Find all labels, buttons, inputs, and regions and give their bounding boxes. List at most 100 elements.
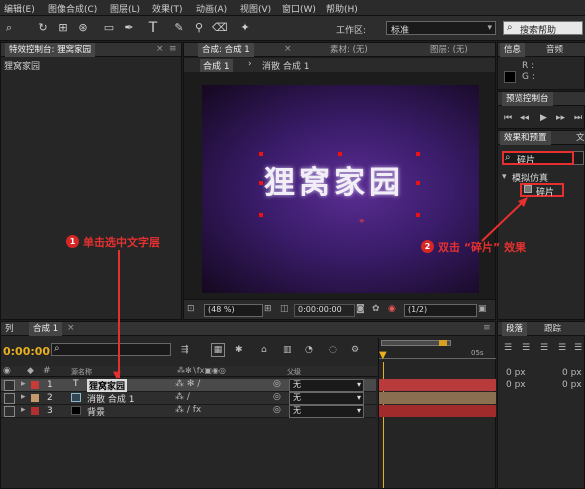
indent-left-value[interactable]: 0 px xyxy=(506,368,526,378)
tab-preview[interactable]: 预览控制台 xyxy=(502,92,553,106)
visibility-toggle[interactable] xyxy=(4,393,15,404)
menu-layer[interactable]: 图层(L) xyxy=(110,2,140,15)
parent-select[interactable]: 无 ▾ xyxy=(289,392,364,405)
close-icon[interactable]: × xyxy=(67,323,75,333)
selection-handle[interactable] xyxy=(416,152,420,156)
align-right-icon[interactable]: ☰ xyxy=(540,342,548,354)
workspace-select[interactable]: 标准 ▾ xyxy=(386,21,496,36)
draft-3d-icon[interactable]: ✱ xyxy=(235,344,243,356)
search-help-input[interactable]: ⌕ 搜索帮助 xyxy=(503,21,583,36)
label-color[interactable] xyxy=(31,394,39,402)
menu-view[interactable]: 视图(V) xyxy=(240,2,271,15)
breadcrumb-comp-dissolve[interactable]: 消散 合成 1 xyxy=(262,59,309,72)
tab-composition[interactable]: 合成: 合成 1 xyxy=(198,43,254,57)
pick-whip-icon[interactable]: ◎ xyxy=(273,379,281,389)
channel-icon[interactable]: ◉ xyxy=(388,304,396,314)
work-area-end-handle[interactable] xyxy=(439,340,447,346)
show-snapshot-icon[interactable]: ✿ xyxy=(372,304,380,314)
puppet-tool-icon[interactable]: ✦ xyxy=(238,21,252,35)
hide-shy-icon[interactable]: ⌂ xyxy=(261,344,267,356)
selection-handle[interactable] xyxy=(259,152,263,156)
rectangle-tool-icon[interactable]: ▭ xyxy=(102,21,116,35)
frame-blending-icon[interactable]: ▥ xyxy=(283,344,292,356)
tab-paragraph[interactable]: 段落 xyxy=(502,322,528,336)
play-icon[interactable]: ▶ xyxy=(540,112,547,124)
layer-bar[interactable] xyxy=(379,405,496,417)
space-after-value[interactable]: 0 px xyxy=(562,380,582,390)
expand-arrow-icon[interactable]: ▸ xyxy=(21,392,26,402)
close-icon[interactable]: × xyxy=(284,44,292,54)
selection-handle[interactable] xyxy=(416,181,420,185)
justify-icon[interactable]: ☰ xyxy=(558,342,566,354)
timeline-search-input[interactable]: ⌕ xyxy=(51,343,171,356)
grid-icon[interactable]: ⊞ xyxy=(264,304,272,314)
menu-edit[interactable]: 编辑(E) xyxy=(4,2,35,15)
menu-composition[interactable]: 图像合成(C) xyxy=(48,2,97,15)
brush-tool-icon[interactable]: ✎ xyxy=(172,21,186,35)
layer-switches[interactable]: ⁂ ✻ ∕ xyxy=(175,379,200,389)
composition-canvas[interactable]: 狸窝家园 ⌖ xyxy=(202,85,479,293)
tab-info[interactable]: 信息 xyxy=(500,43,526,57)
prev-frame-icon[interactable]: ◂◂ xyxy=(520,112,529,124)
pan-behind-tool-icon[interactable]: ⊛ xyxy=(76,21,90,35)
tab-character[interactable]: 文 xyxy=(572,131,585,145)
visibility-toggle[interactable] xyxy=(4,380,15,391)
menu-animation[interactable]: 动画(A) xyxy=(196,2,227,15)
menu-help[interactable]: 帮助(H) xyxy=(326,2,358,15)
live-update-icon[interactable]: ▦ xyxy=(211,343,225,357)
pen-tool-icon[interactable]: ✒ xyxy=(122,21,136,35)
tab-render-queue[interactable]: 列 xyxy=(1,322,18,336)
anchor-point-icon[interactable]: ⌖ xyxy=(359,216,365,227)
label-color[interactable] xyxy=(31,381,39,389)
tab-effects-presets[interactable]: 效果和预置 xyxy=(500,131,551,145)
layer-row[interactable]: ▸ 2 消散 合成 1 ⁂ ∕ ◎ 无 ▾ xyxy=(1,392,376,405)
playhead-icon[interactable]: ▼ xyxy=(379,350,387,361)
camera-tool-icon[interactable]: ⊞ xyxy=(56,21,70,35)
layer-switches[interactable]: ⁂ ∕ fx xyxy=(175,405,201,415)
tab-effect-controls[interactable]: 特效控制台: 狸窝家园 xyxy=(5,43,96,57)
selection-handle[interactable] xyxy=(416,213,420,217)
align-center-icon[interactable]: ☰ xyxy=(522,342,530,354)
parent-header[interactable]: 父级 xyxy=(287,367,301,377)
layer-bar[interactable] xyxy=(379,392,496,404)
zoom-select[interactable]: (48 %) xyxy=(204,304,263,317)
align-left-icon[interactable]: ☰ xyxy=(504,342,512,354)
region-of-interest-icon[interactable]: ▣ xyxy=(478,304,487,314)
tab-timeline-comp[interactable]: 合成 1 xyxy=(29,322,63,336)
indent-right-value[interactable]: 0 px xyxy=(562,368,582,378)
tab-audio[interactable]: 音频 xyxy=(542,43,567,57)
parent-select[interactable]: 无 ▾ xyxy=(289,405,364,418)
first-frame-icon[interactable]: ⏮ xyxy=(504,112,512,124)
layer-name[interactable]: 消散 合成 1 xyxy=(87,392,134,405)
last-frame-icon[interactable]: ⏭ xyxy=(574,112,582,124)
layer-name[interactable]: 背景 xyxy=(87,405,105,418)
rotate-tool-icon[interactable]: ↻ xyxy=(36,21,50,35)
timeline-graph-area[interactable]: 05s ▼ xyxy=(378,338,496,488)
selection-handle[interactable] xyxy=(259,181,263,185)
expand-arrow-icon[interactable]: ▸ xyxy=(21,405,26,415)
composition-mini-flowchart-icon[interactable]: ⇶ xyxy=(181,344,189,356)
layer-switches[interactable]: ⁂ ∕ xyxy=(175,392,190,402)
menu-window[interactable]: 窗口(W) xyxy=(282,2,316,15)
source-name-header[interactable]: 源名称 xyxy=(71,367,92,377)
menu-effect[interactable]: 效果(T) xyxy=(152,2,183,15)
clone-stamp-tool-icon[interactable]: ⚲ xyxy=(192,21,206,35)
selection-handle[interactable] xyxy=(338,152,342,156)
close-icon[interactable]: × xyxy=(156,44,164,54)
tab-layer[interactable]: 图层: (无) xyxy=(426,43,472,57)
panel-menu-icon[interactable]: ≡ xyxy=(483,323,491,333)
next-frame-icon[interactable]: ▸▸ xyxy=(556,112,565,124)
layer-row[interactable]: ▸ 3 背景 ⁂ ∕ fx ◎ 无 ▾ xyxy=(1,405,376,418)
tab-tracker[interactable]: 跟踪 xyxy=(540,322,565,336)
selection-handle[interactable] xyxy=(259,213,263,217)
space-before-value[interactable]: 0 px xyxy=(506,380,526,390)
parent-select[interactable]: 无 ▾ xyxy=(289,379,364,392)
always-preview-icon[interactable]: ⊡ xyxy=(187,304,195,314)
pick-whip-icon[interactable]: ◎ xyxy=(273,405,281,415)
current-time-field[interactable]: 0:00:00:00 xyxy=(294,304,355,317)
chevron-down-icon[interactable]: ▾ xyxy=(502,172,507,182)
label-color[interactable] xyxy=(31,407,39,415)
brainstorm-icon[interactable]: ⚙ xyxy=(351,344,359,356)
breadcrumb-comp-1[interactable]: 合成 1 xyxy=(200,59,233,72)
camera-snapshot-icon[interactable]: ◙ xyxy=(356,304,365,314)
